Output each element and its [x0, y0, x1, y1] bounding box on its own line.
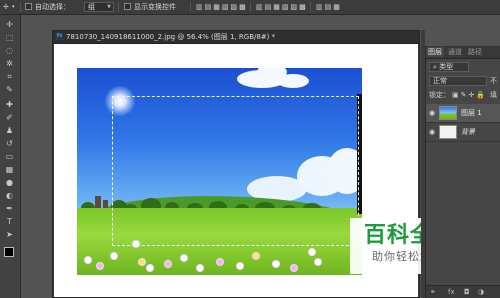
layer-row[interactable]: ◉ 图层 1 [426, 104, 500, 123]
flower [181, 255, 187, 261]
distribute-icons[interactable]: ▥▤▦▧▨▩ [256, 2, 308, 12]
selection-marquee [112, 96, 359, 246]
eraser-icon[interactable]: ▭ [3, 151, 16, 162]
options-bar: ✛ ▾ 自动选择： 组 ▼ 显示变换控件 ▥▤▦▧▨▩ ▥▤▦▧▨▩ ▥▤▦ [0, 0, 500, 15]
flower [315, 259, 321, 265]
move-tool-icon[interactable]: ✛ [3, 2, 9, 12]
adjustment-icon[interactable]: ◑ [478, 287, 484, 297]
flower [85, 257, 91, 263]
blend-mode-dropdown[interactable]: 正常 [429, 76, 487, 86]
flower [147, 265, 153, 271]
filter-type-value: 类型 [439, 63, 454, 71]
auto-select-dropdown[interactable]: 组 ▼ [84, 2, 114, 12]
panel-bottom-bar: ⚭ fx ◘ ◑ [426, 285, 500, 298]
layer-thumbnail [439, 125, 457, 139]
flower [217, 259, 223, 265]
divider [250, 2, 251, 12]
tab-channels[interactable]: 通道 [446, 47, 464, 57]
lock-icons[interactable]: ▣✎✛🔒 [452, 90, 487, 100]
layers-panel: 图层 通道 路径 ⌕ 类型 正常 不 锁定： ▣✎✛🔒 填 ◉ 图层 1 ◉ 背… [425, 46, 500, 298]
marquee-tool-icon[interactable]: ⬚ [3, 32, 16, 43]
healing-brush-icon[interactable]: ✚ [3, 99, 16, 110]
flower [97, 263, 103, 269]
blend-mode-value: 正常 [433, 77, 447, 85]
dodge-tool-icon[interactable]: ◐ [3, 190, 16, 201]
transform-controls-label: 显示变换控件 [134, 3, 176, 11]
document-title: 7810730_140918611000_2.jpg @ 56.4% (图层 1… [66, 33, 276, 41]
flower [309, 249, 315, 255]
panel-tabs: 图层 通道 路径 [426, 46, 500, 59]
divider [118, 2, 119, 12]
layer-name[interactable]: 图层 1 [461, 108, 482, 118]
chevron-down-icon: ▼ [107, 4, 111, 10]
tab-layers[interactable]: 图层 [426, 47, 444, 57]
link-icon[interactable]: ⚭ [430, 287, 436, 297]
transform-controls-checkbox[interactable] [124, 3, 131, 10]
align-icons[interactable]: ▥▤▦▧▨▩ [196, 2, 248, 12]
document-tab[interactable]: Ps 7810730_140918611000_2.jpg @ 56.4% (图… [53, 31, 419, 44]
foreground-color-swatch[interactable] [4, 247, 14, 257]
path-selection-icon[interactable]: ➤ [3, 229, 16, 240]
crop-tool-icon[interactable]: ⌗ [3, 71, 16, 82]
blur-tool-icon[interactable]: ● [3, 177, 16, 188]
eye-icon[interactable]: ◉ [429, 128, 435, 136]
pen-tool-icon[interactable]: ✒ [3, 203, 16, 214]
flower [237, 263, 243, 269]
flower [165, 261, 171, 267]
auto-select-value: 组 [88, 3, 95, 11]
layer-thumbnail [439, 106, 457, 120]
flower [273, 261, 279, 267]
flower [253, 253, 259, 259]
layer-name[interactable]: 背景 [461, 127, 475, 137]
auto-select-checkbox[interactable] [25, 3, 32, 10]
brush-tool-icon[interactable]: ✐ [3, 112, 16, 123]
divider [310, 2, 311, 12]
fill-label: 填 [490, 91, 497, 99]
lock-label: 锁定： [429, 91, 450, 99]
flower [139, 259, 145, 265]
gradient-tool-icon[interactable]: ▦ [3, 164, 16, 175]
flower [291, 265, 297, 271]
flower [111, 253, 117, 259]
lasso-tool-icon[interactable]: ◌ [3, 45, 16, 56]
opacity-label: 不 [490, 77, 497, 85]
layer-filter-dropdown[interactable]: ⌕ 类型 [429, 62, 469, 72]
divider [190, 2, 191, 12]
type-tool-icon[interactable]: T [3, 216, 16, 227]
cloud [277, 74, 309, 88]
eyedropper-icon[interactable]: ✎ [3, 84, 16, 95]
magic-wand-icon[interactable]: ✲ [3, 58, 16, 69]
fx-icon[interactable]: fx [448, 287, 455, 297]
divider [20, 2, 21, 12]
flower [197, 265, 203, 271]
mask-icon[interactable]: ◘ [464, 287, 470, 297]
tab-paths[interactable]: 路径 [466, 47, 484, 57]
eye-icon[interactable]: ◉ [429, 109, 435, 117]
move-tool-icon[interactable]: ✛ [3, 19, 16, 30]
photoshop-icon: Ps [56, 33, 63, 40]
chevron-down-icon[interactable]: ▾ [12, 2, 15, 12]
layer-row[interactable]: ◉ 背景 [426, 123, 500, 142]
tools-panel: ✛ ⬚ ◌ ✲ ⌗ ✎ ✚ ✐ ♟ ↺ ▭ ▦ ● ◐ ✒ T ➤ [0, 15, 21, 298]
history-brush-icon[interactable]: ↺ [3, 138, 16, 149]
arrange-icons[interactable]: ▥▤▦ [316, 2, 342, 12]
stamp-tool-icon[interactable]: ♟ [3, 125, 16, 136]
auto-select-label: 自动选择： [35, 3, 70, 11]
